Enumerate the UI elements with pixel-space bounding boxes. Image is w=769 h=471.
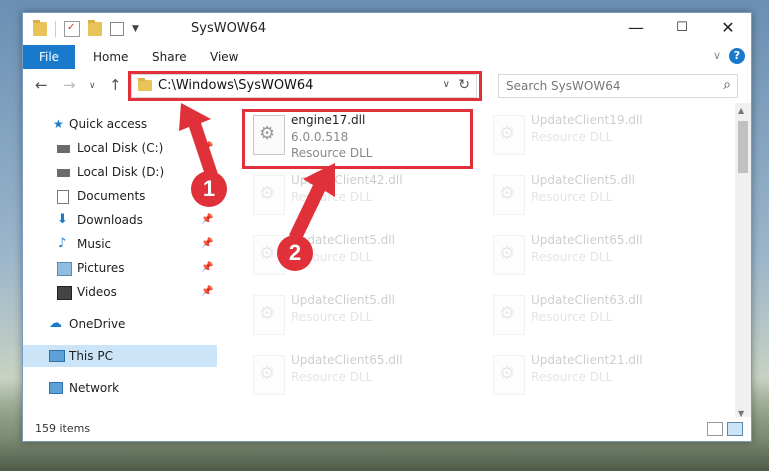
arrow-2 [289,163,335,241]
step-badge-2: 2 [277,235,313,271]
arrow-1 [179,103,219,181]
step-badge-1: 1 [191,171,227,207]
explorer-window: ✓ ▼ SysWOW64 — ☐ ✕ File Home Share View … [22,12,752,442]
annotation-arrows [179,103,335,241]
